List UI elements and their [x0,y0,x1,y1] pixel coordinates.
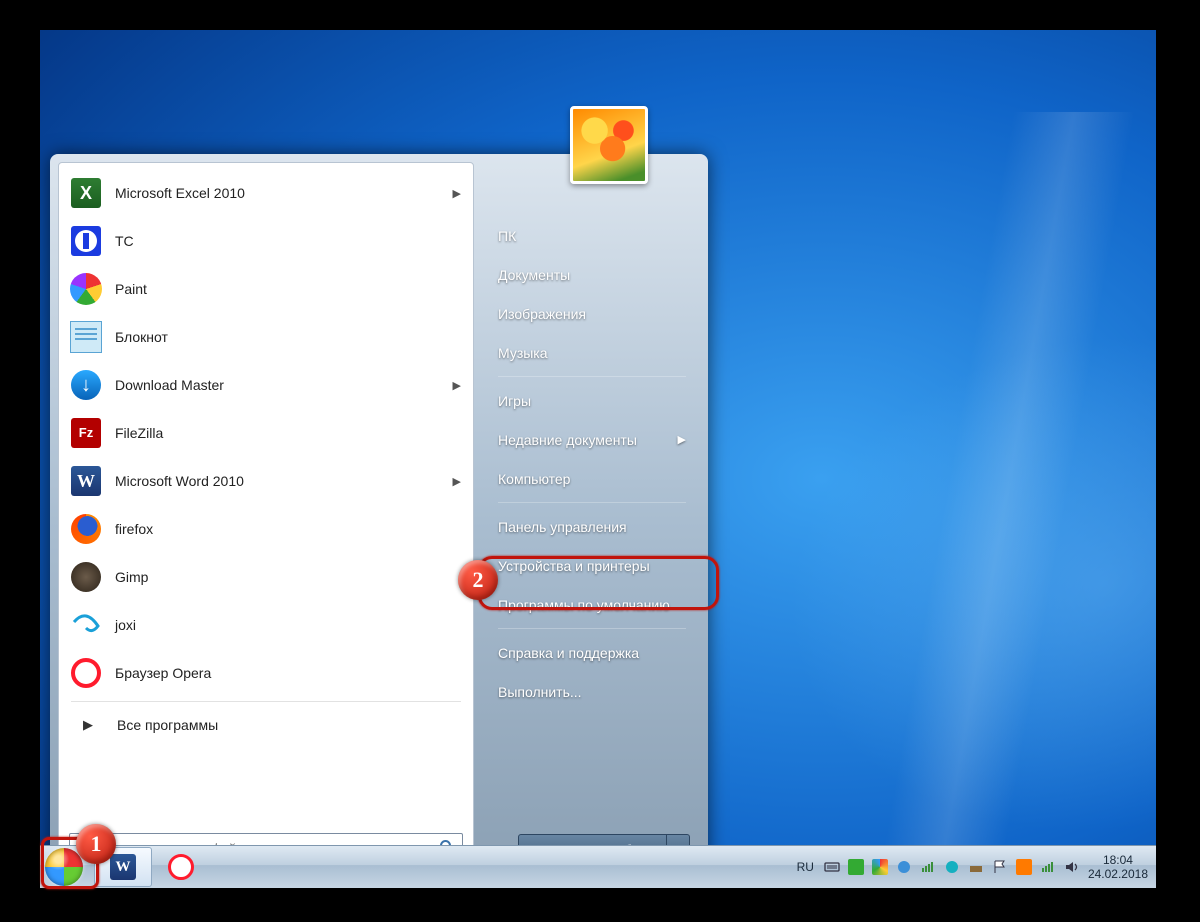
submenu-arrow-icon: ▶ [453,379,461,392]
clock-date: 24.02.2018 [1088,867,1148,881]
program-label: Paint [115,281,461,297]
program-label: TC [115,233,461,249]
program-list: Microsoft Excel 2010 ▶ TC Paint Блокнот [59,163,473,785]
program-opera[interactable]: Браузер Opera [63,649,469,697]
joxi-icon [69,608,103,642]
keyboard-icon[interactable] [824,859,840,875]
flag-icon[interactable] [992,859,1008,875]
right-item-run[interactable]: Выполнить... [484,672,700,711]
program-paint[interactable]: Paint [63,265,469,313]
opera-icon [69,656,103,690]
clock[interactable]: 18:04 24.02.2018 [1088,853,1148,881]
tray-icon[interactable] [848,859,864,875]
program-download-master[interactable]: Download Master ▶ [63,361,469,409]
right-item-devices[interactable]: Устройства и принтеры [484,546,700,585]
tray-icon[interactable] [896,859,912,875]
tray-icon[interactable] [1016,859,1032,875]
start-menu-body: Microsoft Excel 2010 ▶ TC Paint Блокнот [50,154,708,886]
save-disk-icon [69,224,103,258]
network-icon[interactable] [1040,859,1056,875]
screenshot-frame: Microsoft Excel 2010 ▶ TC Paint Блокнот [40,30,1156,888]
program-label: Microsoft Word 2010 [115,473,453,489]
program-notepad[interactable]: Блокнот [63,313,469,361]
tray-icon[interactable] [944,859,960,875]
separator [498,376,686,377]
taskbar-opera[interactable] [152,847,210,887]
program-label: joxi [115,617,461,633]
program-excel[interactable]: Microsoft Excel 2010 ▶ [63,169,469,217]
paint-palette-icon [69,272,103,306]
program-label: Браузер Opera [115,665,461,681]
tray-icon[interactable] [872,859,888,875]
right-item-control-panel[interactable]: Панель управления [484,507,700,546]
start-menu-right-panel: ПК Документы Изображения Музыка Игры Нед… [484,162,700,878]
all-programs-button[interactable]: ▶ Все программы [63,706,469,744]
submenu-arrow-icon: ▶ [453,475,461,488]
program-tc[interactable]: TC [63,217,469,265]
chevron-right-icon: ▶ [678,433,686,446]
chevron-right-icon: ▶ [83,717,93,733]
program-label: Download Master [115,377,453,393]
notepad-icon [69,320,103,354]
right-item-games[interactable]: Игры [484,381,700,420]
program-gimp[interactable]: Gimp [63,553,469,601]
program-label: firefox [115,521,461,537]
divider [71,701,461,702]
program-label: FileZilla [115,425,461,441]
language-indicator[interactable]: RU [797,860,814,874]
submenu-arrow-icon: ▶ [453,187,461,200]
program-label: Microsoft Excel 2010 [115,185,453,201]
firefox-icon [69,512,103,546]
callout-marker-1: 1 [76,824,116,864]
separator [498,628,686,629]
start-menu: Microsoft Excel 2010 ▶ TC Paint Блокнот [50,106,708,886]
excel-icon [69,176,103,210]
right-item-music[interactable]: Музыка [484,333,700,372]
right-item-images[interactable]: Изображения [484,294,700,333]
clock-time: 18:04 [1088,853,1148,867]
right-item-defaults[interactable]: Программы по умолчанию [484,585,700,624]
word-icon: W [69,464,103,498]
program-label: Gimp [115,569,461,585]
start-menu-left-panel: Microsoft Excel 2010 ▶ TC Paint Блокнот [58,162,474,878]
program-joxi[interactable]: joxi [63,601,469,649]
right-item-recent[interactable]: Недавние документы▶ [484,420,700,459]
right-item-documents[interactable]: Документы [484,255,700,294]
network-icon[interactable] [920,859,936,875]
program-filezilla[interactable]: Fz FileZilla [63,409,469,457]
filezilla-icon: Fz [69,416,103,450]
download-icon [69,368,103,402]
windows-orb-icon [45,848,83,886]
right-item-computer[interactable]: Компьютер [484,459,700,498]
all-programs-label: Все программы [117,717,218,733]
user-picture[interactable] [570,106,648,184]
gimp-icon [69,560,103,594]
program-label: Блокнот [115,329,461,345]
right-item-pc[interactable]: ПК [484,216,700,255]
tray-icon[interactable] [968,859,984,875]
callout-marker-2: 2 [458,560,498,600]
right-item-help[interactable]: Справка и поддержка [484,633,700,672]
taskbar: W RU 18:04 24.02.2018 [40,845,1156,888]
program-firefox[interactable]: firefox [63,505,469,553]
separator [498,502,686,503]
volume-icon[interactable] [1064,859,1080,875]
program-word[interactable]: W Microsoft Word 2010 ▶ [63,457,469,505]
system-tray: RU 18:04 24.02.2018 [797,846,1148,888]
